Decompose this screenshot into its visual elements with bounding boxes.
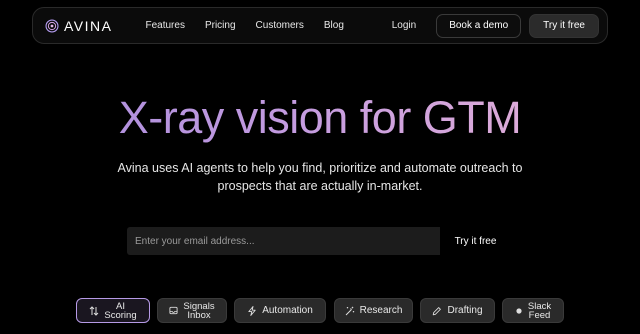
hero-title: X-ray vision for GTM [0, 90, 640, 146]
email-input[interactable] [127, 227, 440, 255]
logo-text: AVINA [64, 17, 113, 34]
chip-automation[interactable]: Automation [234, 298, 326, 323]
nav-link-features[interactable]: Features [145, 20, 184, 31]
chip-drafting[interactable]: Drafting [420, 298, 495, 323]
top-navbar: AVINA Features Pricing Customers Blog Lo… [32, 7, 608, 44]
inbox-icon [169, 306, 178, 315]
email-signup-form: Try it free [127, 227, 511, 255]
nav-actions: Login Book a demo Try it free [392, 13, 599, 38]
chip-label: Automation [262, 304, 313, 316]
try-free-signup-button[interactable]: Try it free [440, 227, 511, 255]
chip-ai-scoring[interactable]: AI Scoring [76, 298, 150, 323]
chip-label: Signals Inbox [183, 300, 215, 321]
chip-slack-feed[interactable]: Slack Feed [502, 298, 564, 323]
chip-signals-inbox[interactable]: Signals Inbox [157, 298, 227, 323]
magic-wand-icon [345, 306, 355, 316]
slack-icon [515, 307, 523, 315]
logo[interactable]: AVINA [45, 18, 112, 34]
sort-icon [89, 305, 99, 316]
pencil-icon [432, 306, 442, 316]
login-link[interactable]: Login [392, 20, 416, 31]
chip-label: AI Scoring [104, 300, 137, 321]
chip-label: Research [359, 304, 403, 316]
hero-subtitle: Avina uses AI agents to help you find, p… [117, 161, 523, 193]
lightning-icon [247, 305, 257, 316]
nav-link-customers[interactable]: Customers [256, 20, 304, 31]
try-free-nav-button[interactable]: Try it free [529, 13, 599, 38]
nav-link-pricing[interactable]: Pricing [205, 20, 236, 31]
chip-research[interactable]: Research [334, 298, 413, 323]
nav-links: Features Pricing Customers Blog [145, 20, 343, 31]
nav-link-blog[interactable]: Blog [324, 20, 344, 31]
book-demo-button[interactable]: Book a demo [436, 13, 522, 38]
avina-logo-icon [45, 18, 59, 33]
chip-label: Slack Feed [527, 300, 552, 321]
chip-label: Drafting [447, 304, 483, 316]
